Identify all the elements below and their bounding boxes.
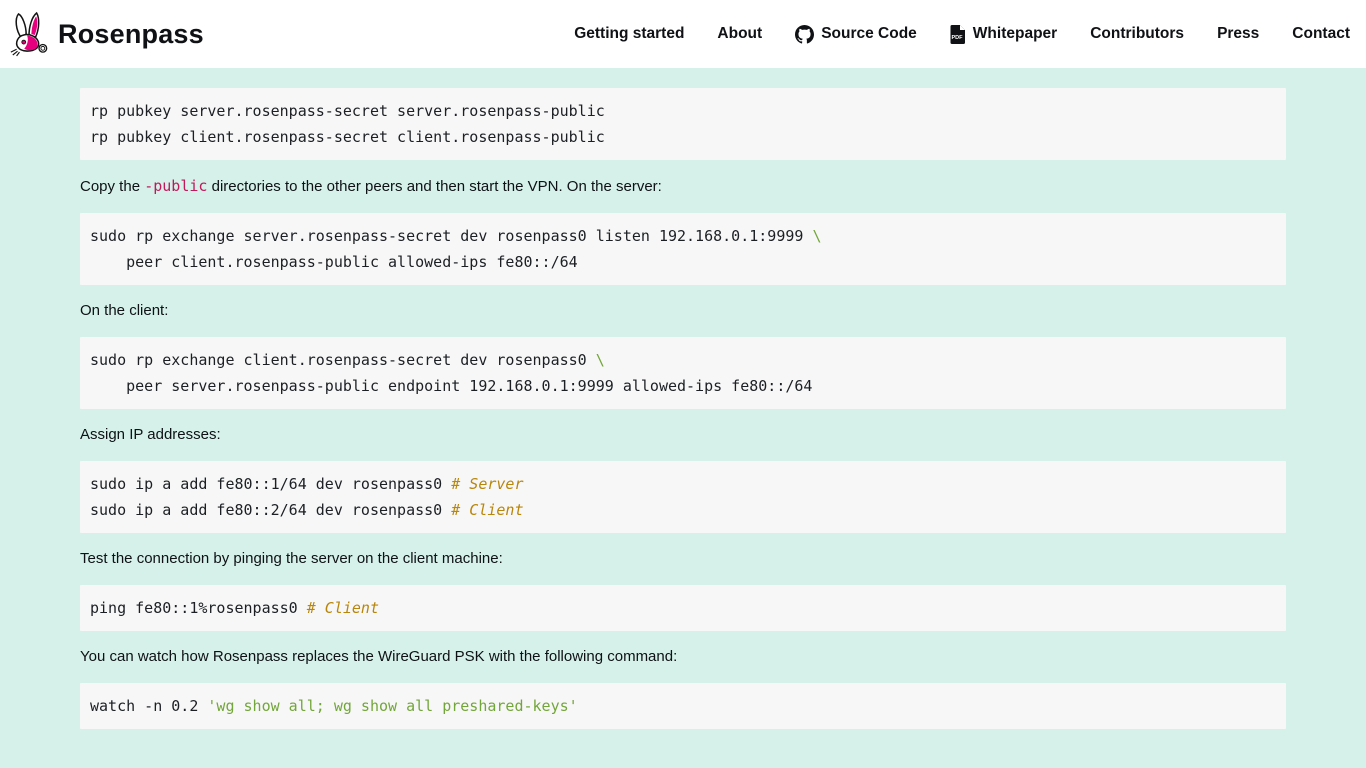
code-token-comment: # Client [307, 599, 379, 617]
code-token-plain: sudo ip a add fe80::1/64 dev rosenpass0 [90, 475, 451, 493]
code-line: sudo ip a add fe80::1/64 dev rosenpass0 … [90, 471, 1276, 497]
nav-item-label: Whitepaper [973, 25, 1057, 43]
inline-code: -public [144, 177, 207, 195]
code-block: rp pubkey server.rosenpass-secret server… [80, 88, 1286, 160]
code-line: watch -n 0.2 'wg show all; wg show all p… [90, 693, 1276, 719]
code-block: sudo ip a add fe80::1/64 dev rosenpass0 … [80, 461, 1286, 533]
nav-item-press[interactable]: Press [1217, 25, 1259, 43]
nav-item-about[interactable]: About [717, 25, 762, 43]
paragraph: Assign IP addresses: [80, 426, 1286, 444]
code-token-comment: # Client [451, 501, 523, 519]
code-token-plain: sudo rp exchange client.rosenpass-secret… [90, 351, 596, 369]
paragraph: Test the connection by pinging the serve… [80, 550, 1286, 568]
code-block: sudo rp exchange client.rosenpass-secret… [80, 337, 1286, 409]
main-nav: Getting started About Source Code PDF Whitep… [574, 25, 1350, 44]
site-title: Rosenpass [58, 19, 204, 50]
code-token-plain: watch -n 0.2 [90, 697, 207, 715]
code-line: rp pubkey server.rosenpass-secret server… [90, 98, 1276, 124]
nav-item-getting-started[interactable]: Getting started [574, 25, 684, 43]
paragraph: Copy the -public directories to the othe… [80, 177, 1286, 196]
code-token-plain: sudo ip a add fe80::2/64 dev rosenpass0 [90, 501, 451, 519]
nav-item-contact[interactable]: Contact [1292, 25, 1350, 43]
brand[interactable]: Rosenpass [8, 11, 204, 57]
code-token-green: \ [812, 227, 821, 245]
code-line: peer server.rosenpass-public endpoint 19… [90, 373, 1276, 399]
nav-item-label: Contact [1292, 25, 1350, 43]
nav-item-label: Getting started [574, 25, 684, 43]
code-block: ping fe80::1%rosenpass0 # Client [80, 585, 1286, 631]
code-token-comment: # Server [451, 475, 523, 493]
nav-item-label: Contributors [1090, 25, 1184, 43]
rabbit-logo-icon [8, 11, 50, 57]
code-token-plain: ping fe80::1%rosenpass0 [90, 599, 307, 617]
code-line: sudo ip a add fe80::2/64 dev rosenpass0 … [90, 497, 1276, 523]
svg-text:PDF: PDF [951, 35, 963, 41]
nav-item-label: Press [1217, 25, 1259, 43]
nav-item-source-code[interactable]: Source Code [795, 25, 917, 44]
paragraph-text: Test the connection by pinging the serve… [80, 550, 503, 567]
pdf-icon: PDF [950, 25, 966, 44]
nav-item-label: Source Code [821, 25, 917, 43]
code-token-plain: peer server.rosenpass-public endpoint 19… [90, 377, 812, 395]
content: rp pubkey server.rosenpass-secret server… [0, 68, 1366, 759]
code-line: sudo rp exchange client.rosenpass-secret… [90, 347, 1276, 373]
paragraph-text: On the client: [80, 302, 168, 319]
code-line: ping fe80::1%rosenpass0 # Client [90, 595, 1276, 621]
paragraph-text: Assign IP addresses: [80, 426, 221, 443]
paragraph: On the client: [80, 302, 1286, 320]
code-token-plain: rp pubkey server.rosenpass-secret server… [90, 102, 605, 120]
code-token-green: 'wg show all; wg show all preshared-keys… [207, 697, 577, 715]
nav-item-contributors[interactable]: Contributors [1090, 25, 1184, 43]
code-token-green: \ [596, 351, 605, 369]
github-icon [795, 25, 814, 44]
code-token-plain: peer client.rosenpass-public allowed-ips… [90, 253, 578, 271]
code-block: sudo rp exchange server.rosenpass-secret… [80, 213, 1286, 285]
site-header: Rosenpass Getting started About Source Cod… [0, 0, 1366, 68]
code-line: sudo rp exchange server.rosenpass-secret… [90, 223, 1276, 249]
paragraph-text: directories to the other peers and then … [207, 178, 661, 195]
nav-item-whitepaper[interactable]: PDF Whitepaper [950, 25, 1057, 44]
paragraph-text: You can watch how Rosenpass replaces the… [80, 648, 677, 665]
code-line: peer client.rosenpass-public allowed-ips… [90, 249, 1276, 275]
code-token-plain: rp pubkey client.rosenpass-secret client… [90, 128, 605, 146]
code-block: watch -n 0.2 'wg show all; wg show all p… [80, 683, 1286, 729]
code-token-plain: sudo rp exchange server.rosenpass-secret… [90, 227, 812, 245]
paragraph: You can watch how Rosenpass replaces the… [80, 648, 1286, 666]
paragraph-text: Copy the [80, 178, 144, 195]
nav-item-label: About [717, 25, 762, 43]
code-line: rp pubkey client.rosenpass-secret client… [90, 124, 1276, 150]
